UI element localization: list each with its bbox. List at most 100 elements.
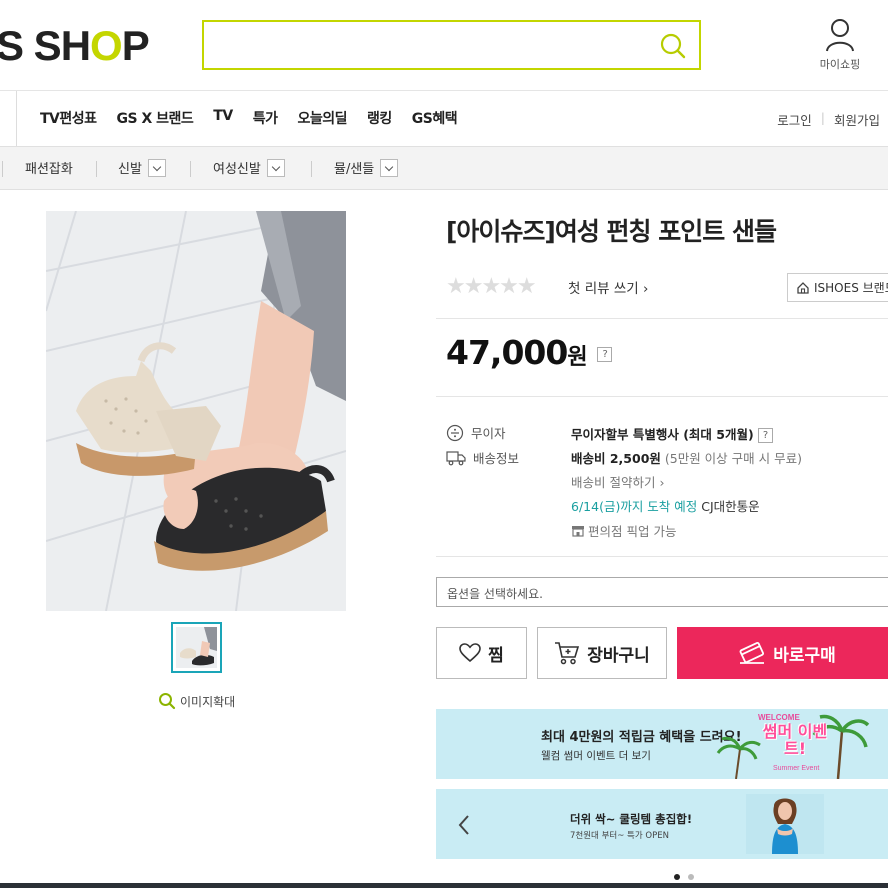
price-unit: 원: [567, 345, 587, 370]
breadcrumb-item-shoes[interactable]: 신발: [118, 158, 166, 177]
main-navigation: TV편성표 GS X 브랜드 TV 특가 오늘의딜 랭킹 GS혜택 로그인 | …: [0, 90, 888, 147]
badge-summer-event: 썸머 이벤트!: [762, 722, 828, 758]
image-zoom-button[interactable]: 이미지확대: [158, 692, 235, 710]
divider: [436, 396, 888, 397]
login-link[interactable]: 로그인: [777, 110, 812, 129]
divider: [436, 318, 888, 319]
nav-item-gs-benefit[interactable]: GS혜택: [412, 108, 458, 128]
cooling-items-banner[interactable]: 더위 싹~ 쿨링템 총집합! 7천원대 부터~ 특가 OPEN: [436, 789, 888, 859]
nav-item-tv[interactable]: TV: [213, 108, 233, 128]
buy-now-label: 바로구매: [773, 645, 836, 666]
pickup-text: 편의점 픽업 가능: [588, 524, 677, 539]
shipping-fee: 배송비 2,500원: [571, 451, 661, 466]
breadcrumb-item-fashion-goods[interactable]: 패션잡화: [25, 158, 73, 177]
product-price: 47,000원 ?: [446, 333, 613, 372]
banner2-subtitle: 7천원대 부터~ 특가 OPEN: [570, 831, 669, 841]
cart-icon: [555, 642, 580, 665]
installment-icon: [446, 424, 464, 441]
product-title: [아이슈즈]여성 펀칭 포인트 샌들: [446, 217, 777, 246]
banner1-title: 최대 4만원의 적립금 혜택을 드려요!: [541, 730, 742, 745]
option-select[interactable]: 옵션을 선택하세요.: [436, 577, 888, 607]
breadcrumb-divider: [190, 161, 191, 177]
write-review-link[interactable]: 첫 리뷰 쓰기 ›: [568, 277, 648, 297]
gs-shop-logo[interactable]: S SHOP: [0, 22, 150, 70]
logo-text-1: S SH: [0, 22, 91, 69]
breadcrumb-divider: [96, 161, 97, 177]
product-thumbnail[interactable]: [171, 622, 222, 673]
truck-icon: [446, 450, 466, 465]
util-separator: |: [820, 110, 825, 125]
search-icon[interactable]: [659, 32, 687, 60]
nav-item-tv-schedule[interactable]: TV편성표: [40, 108, 97, 128]
pagination-dot-active[interactable]: [674, 874, 680, 880]
banner1-subtitle: 웰컴 썸머 이벤트 더 보기: [541, 750, 651, 762]
badge-welcome-text: WELCOME: [758, 713, 800, 722]
wishlist-label: 찜: [488, 645, 504, 666]
shipping-label: 배송정보: [446, 448, 519, 467]
model-photo: [746, 794, 824, 854]
nav-item-today-deal[interactable]: 오늘의딜: [297, 108, 347, 128]
shipping-fee-row: 배송비 2,500원 (5만원 이상 구매 시 무료): [571, 448, 802, 467]
logo-text-o: O: [90, 22, 123, 69]
installment-value: 무이자할부 특별행사 (최대 5개월) ?: [571, 424, 774, 443]
installment-label: 무이자: [446, 423, 506, 442]
thumbnail-image: [176, 627, 217, 668]
breadcrumb-label: 여성신발: [213, 162, 261, 177]
pagination-dot[interactable]: [688, 874, 694, 880]
my-shopping-button[interactable]: 마이쇼핑: [810, 18, 870, 72]
installment-help-icon[interactable]: ?: [758, 428, 774, 443]
chevron-left-icon[interactable]: [458, 815, 470, 835]
arrival-date: 6/14(금)까지 도착 예정: [571, 499, 698, 514]
sandal-photo: [46, 211, 346, 611]
card-icon: [739, 642, 765, 664]
breadcrumb-divider: [2, 161, 3, 177]
brand-shop-button[interactable]: ISHOES 브랜드: [787, 273, 888, 302]
zoom-label: 이미지확대: [180, 694, 236, 709]
price-help-icon[interactable]: ?: [597, 347, 613, 362]
nav-item-special-price[interactable]: 특가: [253, 108, 278, 128]
nav-divider: [16, 91, 17, 147]
my-shopping-label: 마이쇼핑: [819, 58, 861, 71]
home-icon: [797, 281, 809, 294]
shipping-label-text: 배송정보: [473, 451, 520, 466]
search-box: [202, 20, 701, 70]
wishlist-button[interactable]: 찜: [436, 627, 527, 679]
banner-pagination: [674, 874, 702, 880]
brand-button-label: ISHOES 브랜드: [814, 281, 888, 295]
welcome-summer-banner[interactable]: 최대 4만원의 적립금 혜택을 드려요! 웰컴 썸머 이벤트 더 보기 WELC…: [436, 709, 888, 779]
breadcrumb-divider: [311, 161, 312, 177]
rating-stars: ★★★★★: [446, 274, 537, 299]
buy-now-button[interactable]: 바로구매: [677, 627, 888, 679]
arrival-info: 6/14(금)까지 도착 예정 CJ대한통운: [571, 496, 760, 515]
breadcrumb-label: 뮬/샌들: [334, 162, 375, 177]
shipping-note: (5만원 이상 구매 시 무료): [664, 451, 802, 466]
installment-label-text: 무이자: [471, 426, 506, 441]
price-value: 47,000: [446, 333, 568, 372]
courier-name: CJ대한통운: [701, 499, 760, 514]
add-to-cart-button[interactable]: 장바구니: [537, 627, 667, 679]
logo-text-2: P: [121, 22, 150, 69]
cart-label: 장바구니: [587, 645, 650, 666]
badge-sub-text: Summer Event: [773, 765, 820, 772]
heart-icon: [459, 643, 481, 663]
chevron-down-icon[interactable]: [147, 158, 166, 177]
nav-item-gs-x-brand[interactable]: GS X 브랜드: [117, 108, 194, 128]
breadcrumb-item-womens-shoes[interactable]: 여성신발: [213, 158, 285, 177]
breadcrumb-item-mules-sandals[interactable]: 뮬/샌들: [334, 158, 399, 177]
util-links: 로그인 | 회원가입: [777, 110, 880, 129]
footer-bar: [0, 883, 888, 888]
divider: [436, 556, 888, 557]
chevron-down-icon[interactable]: [266, 158, 285, 177]
magnifier-icon: [159, 693, 176, 710]
product-main-image: [46, 211, 346, 611]
search-input[interactable]: [204, 22, 644, 68]
pickup-info: 편의점 픽업 가능: [571, 521, 676, 540]
banner2-title: 더위 싹~ 쿨링템 총집합!: [570, 812, 693, 826]
chevron-down-icon[interactable]: [380, 158, 399, 177]
breadcrumb-label: 패션잡화: [25, 162, 73, 177]
installment-text: 무이자할부 특별행사 (최대 5개월): [571, 427, 754, 442]
shipping-save-link[interactable]: 배송비 절약하기 ›: [571, 472, 664, 491]
category-breadcrumb: 패션잡화 신발 여성신발 뮬/샌들: [0, 146, 888, 190]
join-link[interactable]: 회원가입: [834, 110, 880, 129]
nav-item-ranking[interactable]: 랭킹: [367, 108, 392, 128]
